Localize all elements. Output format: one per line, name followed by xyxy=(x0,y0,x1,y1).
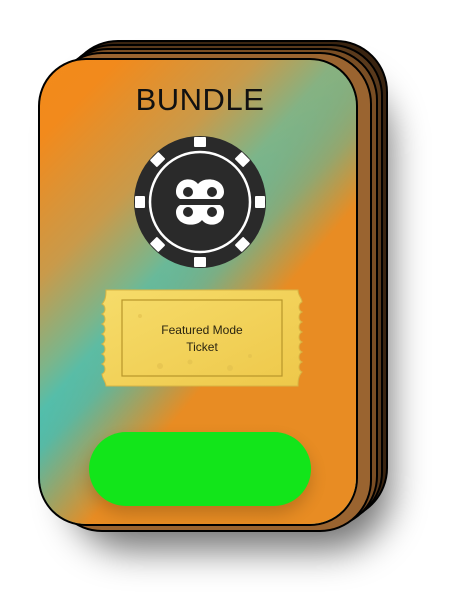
poker-chip-icon xyxy=(134,136,266,268)
ticket-label-line1: Featured Mode xyxy=(161,323,243,337)
purchase-button[interactable] xyxy=(89,432,311,506)
ticket-label-line2: Ticket xyxy=(186,340,218,354)
bundle-title: BUNDLE xyxy=(135,82,265,117)
ticket-label: Featured Mode Ticket xyxy=(100,322,304,356)
bundle-card[interactable]: BUNDLE Featured Mode Ticket xyxy=(38,58,358,526)
bundle-scene: BUNDLE Featured Mode Ticket xyxy=(0,0,449,592)
